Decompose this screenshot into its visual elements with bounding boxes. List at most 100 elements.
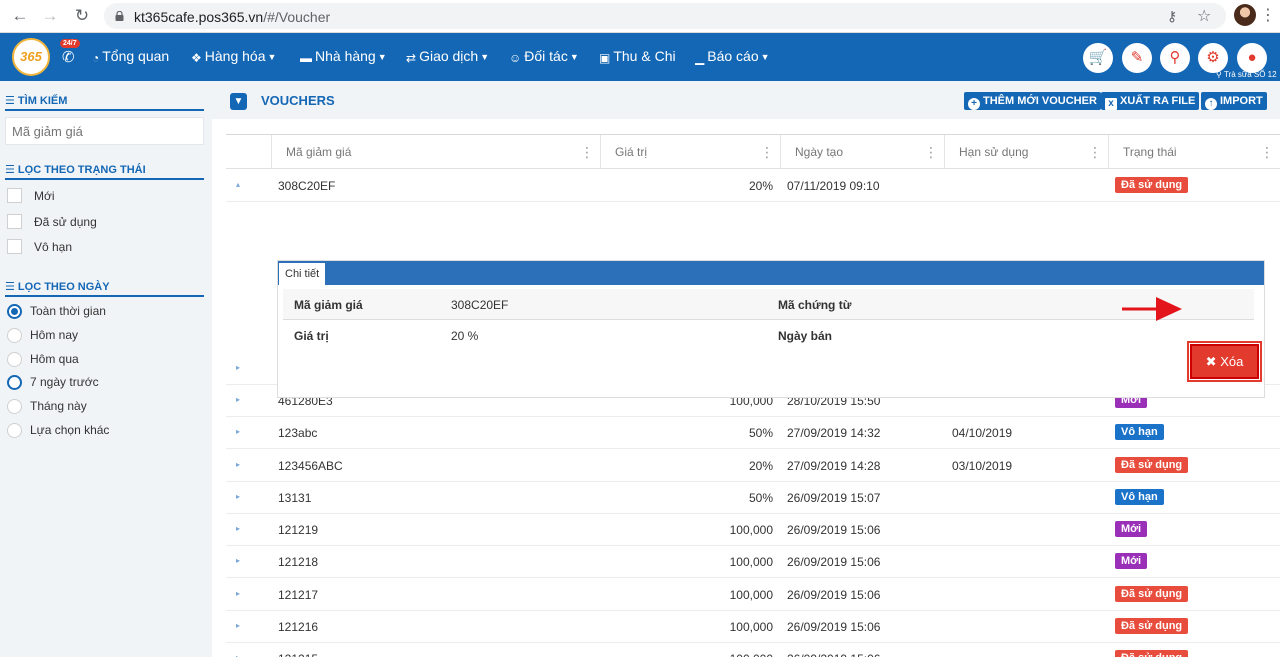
user-icon[interactable]: ● xyxy=(1237,43,1267,73)
voucher-code: 121218 xyxy=(278,555,319,569)
nav-menu-0[interactable]: ◔ Tổng quan xyxy=(92,48,170,65)
key-icon[interactable]: ⚷ xyxy=(1167,8,1177,25)
voucher-created: 07/11/2019 09:10 xyxy=(787,179,880,193)
cloud-upload-icon: ↑ xyxy=(1205,98,1217,110)
status-badge: Mới xyxy=(1115,553,1148,569)
column-menu-icon[interactable]: ⋮ xyxy=(760,135,774,169)
back-icon[interactable]: ← xyxy=(10,6,30,26)
expand-icon[interactable]: ▸ xyxy=(236,556,240,565)
column-status[interactable]: Trạng thái ⋮ xyxy=(1108,135,1280,169)
tab-detail[interactable]: Chi tiết xyxy=(279,263,326,285)
voucher-expiry: 03/10/2019 xyxy=(952,459,1013,473)
expand-icon[interactable]: ▸ xyxy=(236,524,240,533)
delete-voucher-button[interactable]: ✖ Xóa xyxy=(1187,341,1262,382)
dashboard-icon: ◔ xyxy=(92,51,100,65)
table-row[interactable]: ▸ 121218 100,000 26/09/2019 15:06 Mới xyxy=(226,545,1280,578)
table-row[interactable]: ▸ 123abc 50% 27/09/2019 14:32 04/10/2019 Vô h… xyxy=(226,416,1280,449)
detail-doc-label: Mã chứng từ xyxy=(778,298,852,312)
collapse-icon[interactable]: ▴ xyxy=(236,180,240,189)
table-row[interactable]: ▸ 121217 100,000 26/09/2019 15:06 Đã sử dụng xyxy=(226,578,1280,611)
search-section-title: ☰ TÌM KIẾM xyxy=(5,94,204,111)
expand-icon[interactable]: ▸ xyxy=(236,363,240,372)
voucher-detail-panel: Chi tiết Mã giảm giá 308C20EF Mã chứng t… xyxy=(277,260,1265,398)
import-button[interactable]: ↑ IMPORT xyxy=(1201,92,1267,110)
expand-icon[interactable]: ▸ xyxy=(236,492,240,501)
voucher-created: 26/09/2019 15:06 xyxy=(787,588,881,602)
edit-icon[interactable]: ✎ xyxy=(1122,43,1152,73)
expand-icon[interactable]: ▸ xyxy=(236,460,240,469)
export-file-button[interactable]: x XUẤT RA FILE xyxy=(1101,92,1200,110)
gear-icon[interactable]: ⚙ xyxy=(1198,43,1228,73)
table-row[interactable]: ▸ 121219 100,000 26/09/2019 15:06 Mới xyxy=(226,513,1280,546)
filter-toggle-icon[interactable]: ▼ xyxy=(230,93,247,110)
map-marker-icon[interactable]: ⚲ xyxy=(1160,43,1190,73)
column-menu-icon[interactable]: ⋮ xyxy=(1260,135,1274,169)
detail-value-label: Giá trị xyxy=(294,329,329,343)
table-row[interactable]: ▸ 121216 100,000 26/09/2019 15:06 Đã sử dụng xyxy=(226,610,1280,643)
expand-icon[interactable]: ▸ xyxy=(236,621,240,630)
table-row[interactable]: ▸ 123456ABC 20% 27/09/2019 14:28 03/10/2019 Đ… xyxy=(226,449,1280,482)
checkbox[interactable] xyxy=(7,213,22,229)
cubes-icon: ❖ xyxy=(191,51,202,65)
voucher-created: 27/09/2019 14:28 xyxy=(787,459,881,473)
forward-icon[interactable]: → xyxy=(40,6,60,26)
voucher-created: 26/09/2019 15:06 xyxy=(787,620,881,634)
expand-icon[interactable]: ▸ xyxy=(236,589,240,598)
nav-menu-label: Tổng quan xyxy=(102,48,170,64)
checkbox[interactable] xyxy=(7,188,22,203)
expand-icon[interactable]: ▸ xyxy=(236,653,240,657)
radio-button[interactable] xyxy=(7,327,22,343)
address-bar[interactable]: kt365cafe.pos365.vn/#/Voucher ⚷ ☆ xyxy=(104,3,1226,29)
cart-icon[interactable]: 🛒 xyxy=(1083,43,1113,73)
radio-button[interactable] xyxy=(7,423,22,438)
caret-down-icon: ▼ xyxy=(760,52,770,62)
branch-label[interactable]: ⚲ Trà sữa SỐ 12 xyxy=(1216,70,1277,79)
voucher-value: 20% xyxy=(748,459,773,473)
column-expiry[interactable]: Hạn sử dụng ⋮ xyxy=(944,135,1108,169)
column-menu-icon[interactable]: ⋮ xyxy=(1088,135,1102,169)
nav-menu-1[interactable]: ❖ Hàng hóa ▼ xyxy=(191,48,276,65)
nav-menu-6[interactable]: ▁ Báo cáo ▼ xyxy=(695,48,770,65)
voucher-code: 123456ABC xyxy=(278,459,343,473)
nav-menu-2[interactable]: ▬ Nhà hàng ▼ xyxy=(300,48,387,65)
more-menu-icon[interactable]: ⋮ xyxy=(1260,5,1276,25)
status-badge: Đã sử dụng xyxy=(1115,177,1189,193)
checkbox[interactable] xyxy=(7,239,22,254)
radio-button[interactable] xyxy=(7,351,22,367)
voucher-code: 121215 xyxy=(278,652,318,657)
nav-menu-label: Giao dịch xyxy=(419,48,479,64)
table-row[interactable]: ▸ 121215 100,000 26/09/2019 15:06 Đã sử dụng xyxy=(226,642,1280,657)
red-arrow-annotation xyxy=(1122,297,1182,321)
caret-down-icon: ▼ xyxy=(480,52,490,62)
table-row[interactable]: ▸ 13131 50% 26/09/2019 15:07 Vô hạn xyxy=(226,481,1280,514)
voucher-code: 121219 xyxy=(278,523,319,537)
voucher-code: 121217 xyxy=(278,588,319,602)
status-badge: Vô hạn xyxy=(1115,489,1164,505)
column-code[interactable]: Mã giảm giá ⋮ xyxy=(271,135,600,169)
profile-avatar[interactable] xyxy=(1234,4,1256,26)
column-menu-icon[interactable]: ⋮ xyxy=(580,135,594,169)
star-icon[interactable]: ☆ xyxy=(1197,6,1211,26)
table-row[interactable]: ▴ 308C20EF 20% 07/11/2019 09:10 Đã sử dụng xyxy=(226,169,1280,202)
nav-menu-4[interactable]: ☺ Đối tác ▼ xyxy=(509,48,579,65)
lock-icon xyxy=(115,11,124,21)
column-value[interactable]: Giá trị ⋮ xyxy=(600,135,780,169)
nav-menu-3[interactable]: ⇄ Giao dịch ▼ xyxy=(406,48,490,65)
status-option-label: Đã sử dụng xyxy=(34,214,97,229)
expand-icon[interactable]: ▸ xyxy=(236,427,240,436)
nav-menu-label: Hàng hóa xyxy=(204,48,266,64)
expand-icon[interactable]: ▸ xyxy=(236,395,240,404)
reload-icon[interactable]: ↻ xyxy=(72,6,92,26)
nav-menu-5[interactable]: ▣ Thu & Chi xyxy=(599,48,676,65)
radio-button[interactable] xyxy=(7,304,22,319)
phone-icon[interactable]: ✆ xyxy=(62,48,75,66)
date-option-label: Hôm nay xyxy=(30,327,79,342)
voucher-search-input[interactable] xyxy=(5,117,204,145)
pos365-logo[interactable]: 365 xyxy=(12,38,50,76)
voucher-value: 100,000 xyxy=(729,555,773,569)
column-created[interactable]: Ngày tạo ⋮ xyxy=(780,135,944,169)
add-voucher-button[interactable]: + THÊM MỚI VOUCHER xyxy=(964,92,1101,110)
voucher-value: 100,000 xyxy=(611,652,773,657)
money-icon: ▣ xyxy=(599,51,611,65)
column-menu-icon[interactable]: ⋮ xyxy=(924,135,938,169)
